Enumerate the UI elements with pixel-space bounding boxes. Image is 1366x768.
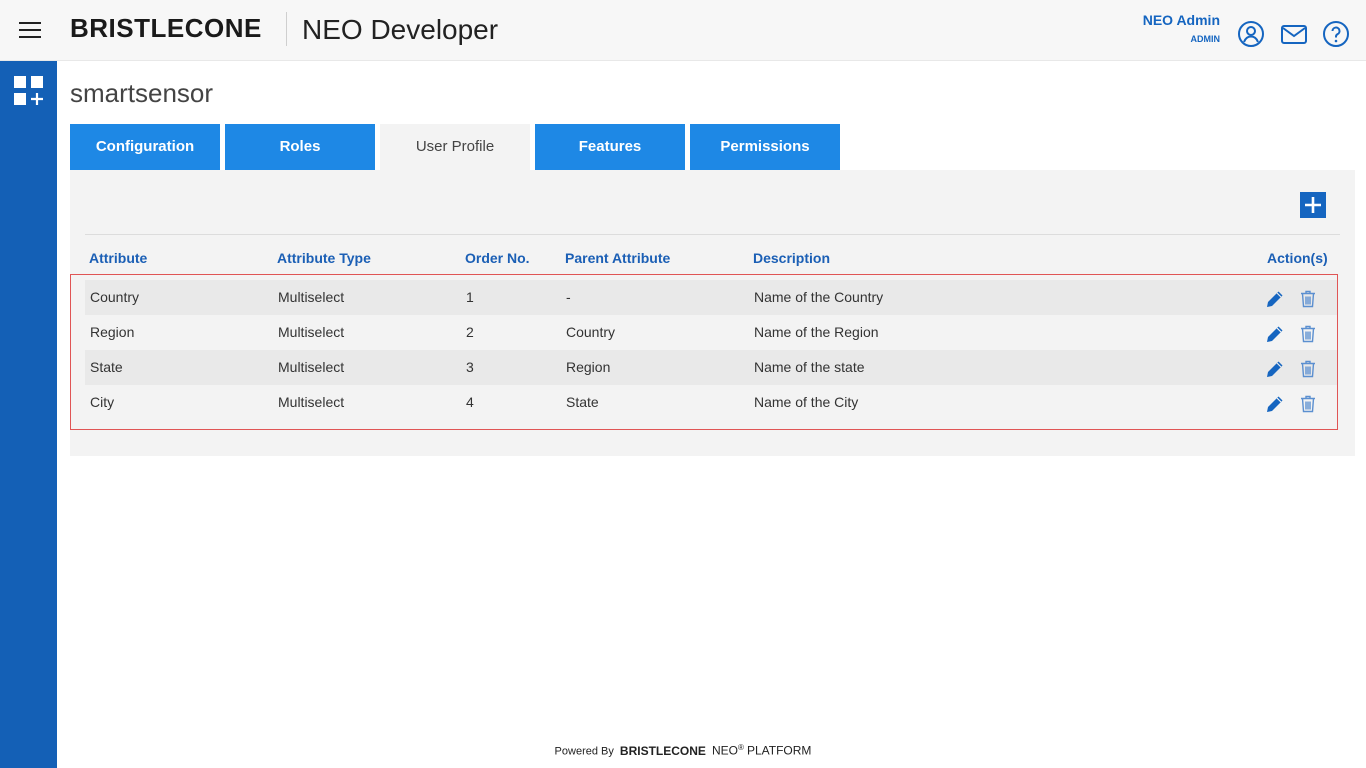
trash-icon[interactable] [1298, 324, 1318, 344]
app-header: BRISTLECONE NEO Developer NEO Admin ADMI… [0, 0, 1366, 61]
cell-parent-attribute: Region [566, 359, 611, 375]
table-row: City Multiselect 4 State Name of the Cit… [85, 385, 1337, 420]
cell-parent-attribute: State [566, 394, 599, 410]
help-icon[interactable] [1322, 20, 1350, 48]
user-circle-icon[interactable] [1237, 20, 1265, 48]
sidebar [0, 61, 57, 768]
page-title: smartsensor [70, 78, 214, 108]
column-header-actions: Action(s) [1267, 250, 1328, 266]
footer-platform: PLATFORM [746, 743, 812, 758]
cell-order-no: 4 [466, 394, 474, 410]
cell-attribute-type: Multiselect [278, 394, 345, 410]
user-info[interactable]: NEO Admin ADMIN [1143, 12, 1220, 45]
logo: BRISTLECONE [70, 13, 262, 43]
cell-attribute: City [90, 394, 115, 410]
plus-square-icon[interactable] [1300, 192, 1326, 218]
cell-attribute: State [90, 359, 123, 375]
cell-attribute-type: Multiselect [278, 289, 345, 305]
footer-neo: NEO [712, 743, 739, 758]
user-profile-panel: Attribute Attribute Type Order No. Paren… [70, 170, 1355, 456]
pencil-icon[interactable] [1265, 289, 1285, 309]
column-header-attribute-type: Attribute Type [277, 250, 371, 266]
cell-description: Name of the state [754, 359, 865, 375]
user-name: NEO Admin [1142, 12, 1220, 28]
header-divider [286, 12, 287, 46]
apps-grid-plus-icon[interactable] [14, 76, 44, 106]
cell-description: Name of the City [754, 394, 859, 410]
tab-permissions[interactable]: Permissions [690, 124, 840, 170]
cell-order-no: 1 [466, 289, 474, 305]
pencil-icon[interactable] [1265, 359, 1285, 379]
user-role: ADMIN [1190, 34, 1221, 44]
divider [85, 234, 1340, 235]
trash-icon[interactable] [1298, 289, 1318, 309]
cell-attribute: Region [90, 324, 135, 340]
mail-icon[interactable] [1280, 20, 1308, 48]
cell-description: Name of the Region [754, 324, 879, 340]
column-header-attribute: Attribute [89, 250, 148, 266]
footer-brand: BRISTLECONE [619, 743, 706, 758]
pencil-icon[interactable] [1265, 394, 1285, 414]
footer-powered-by: Powered By [554, 745, 614, 758]
cell-parent-attribute: Country [566, 324, 616, 340]
cell-order-no: 3 [466, 359, 474, 375]
cell-attribute-type: Multiselect [278, 359, 345, 375]
tab-bar: Configuration Roles User Profile Feature… [70, 124, 870, 170]
column-header-parent-attribute: Parent Attribute [565, 250, 671, 266]
tab-roles[interactable]: Roles [225, 124, 375, 170]
table-row: State Multiselect 3 Region Name of the s… [85, 350, 1337, 385]
app-title: NEO Developer [302, 14, 499, 45]
tab-features[interactable]: Features [535, 124, 685, 170]
trash-icon[interactable] [1298, 359, 1318, 379]
cell-description: Name of the Country [754, 289, 884, 305]
column-header-order-no: Order No. [465, 250, 530, 266]
cell-parent-attribute: - [566, 289, 571, 305]
trash-icon[interactable] [1298, 394, 1318, 414]
table-row: Country Multiselect 1 - Name of the Coun… [85, 280, 1337, 315]
cell-attribute: Country [90, 289, 140, 305]
menu-icon[interactable] [19, 22, 41, 38]
table-row: Region Multiselect 2 Country Name of the… [85, 315, 1337, 350]
pencil-icon[interactable] [1265, 324, 1285, 344]
tab-configuration[interactable]: Configuration [70, 124, 220, 170]
footer-registered: ® [738, 743, 744, 752]
cell-order-no: 2 [466, 324, 474, 340]
column-header-description: Description [753, 250, 831, 266]
tab-user-profile[interactable]: User Profile [380, 124, 530, 170]
cell-attribute-type: Multiselect [278, 324, 345, 340]
footer: Powered By BRISTLECONE NEO® PLATFORM [0, 738, 1366, 762]
